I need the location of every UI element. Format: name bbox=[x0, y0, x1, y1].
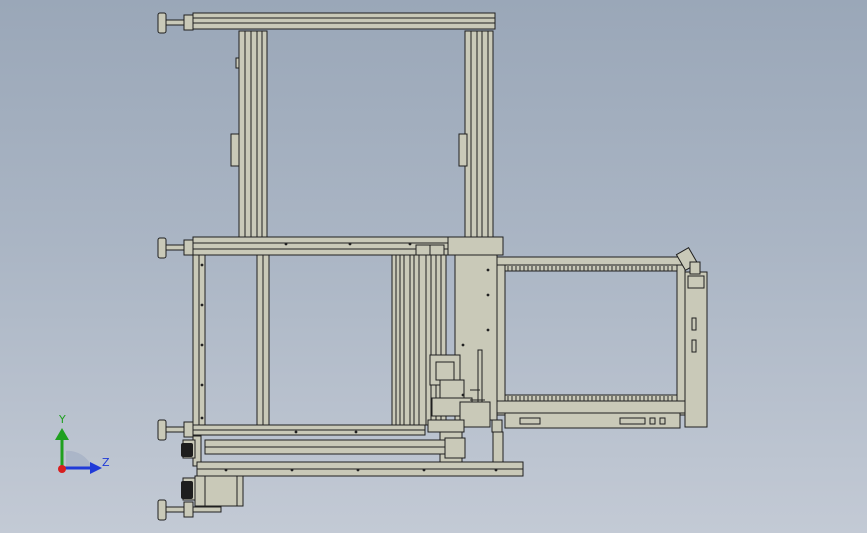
conveyor-teeth bbox=[507, 266, 673, 401]
axis-z-label: Z bbox=[102, 456, 110, 469]
pulleys bbox=[181, 443, 193, 499]
top-right-post bbox=[464, 30, 494, 238]
conveyor-frame bbox=[496, 256, 686, 429]
top-left-post bbox=[238, 30, 268, 238]
left-bracket bbox=[230, 133, 240, 167]
right-bracket bbox=[458, 133, 468, 167]
middle-beam bbox=[192, 236, 504, 256]
leveling-foot bbox=[157, 12, 194, 34]
bottom-assembly bbox=[182, 431, 524, 513]
axis-y-label: Y bbox=[59, 413, 66, 426]
axis-origin bbox=[58, 465, 66, 473]
axis-triad bbox=[55, 428, 102, 474]
top-frame bbox=[192, 12, 496, 238]
top-beam bbox=[192, 12, 496, 30]
leveling-foot bbox=[157, 419, 194, 441]
axis-z-arrow bbox=[90, 462, 102, 474]
leveling-foot bbox=[157, 237, 194, 259]
cad-viewport[interactable]: Y Z bbox=[0, 0, 867, 533]
motor bbox=[194, 475, 244, 507]
lower-frame bbox=[192, 254, 426, 436]
axis-y-arrow bbox=[55, 428, 69, 440]
machine-drawing bbox=[55, 12, 708, 521]
